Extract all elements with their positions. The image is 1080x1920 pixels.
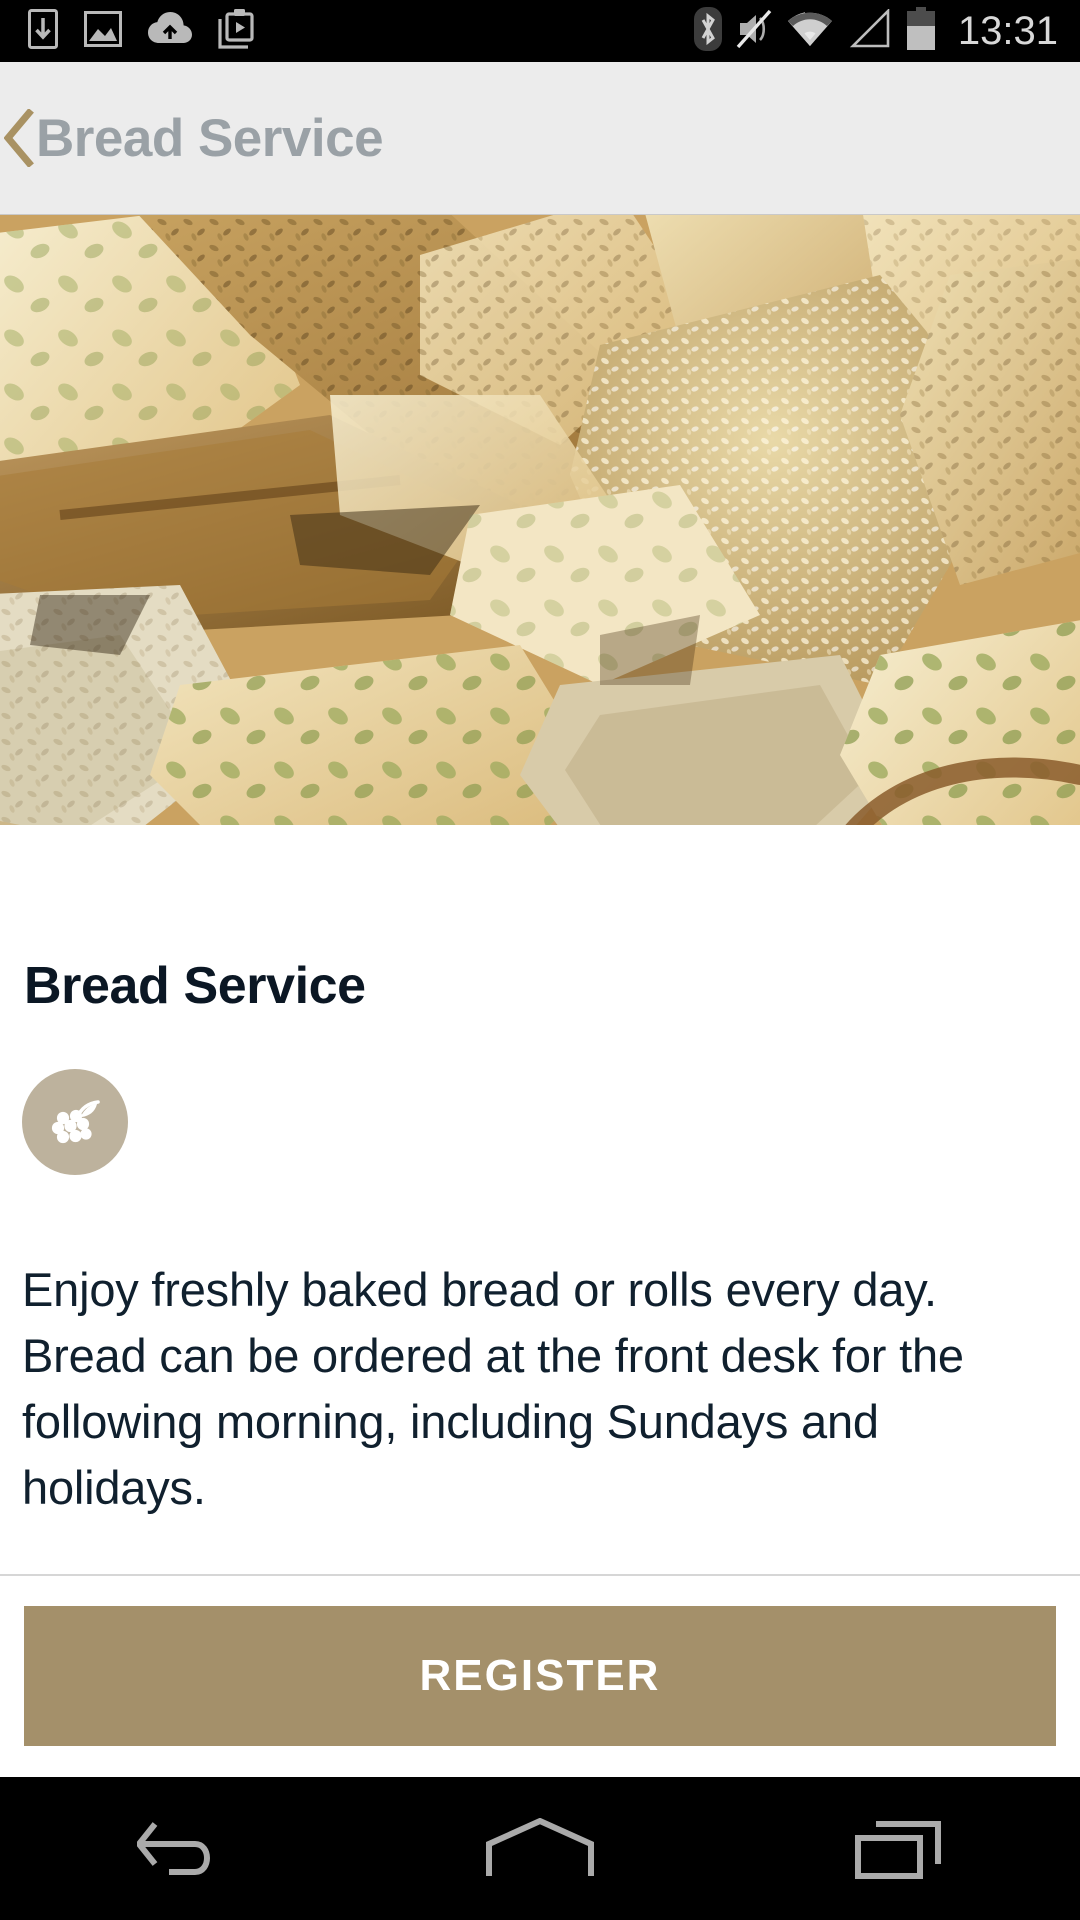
bread-photo-illustration xyxy=(0,215,1080,825)
home-icon xyxy=(486,1817,594,1876)
sound-muted-icon xyxy=(736,8,772,55)
register-button[interactable]: REGISTER xyxy=(24,1606,1056,1746)
app-bar: Bread Service xyxy=(0,62,1080,215)
detail-content: Bread Service Enjoy freshly baked bread … xyxy=(0,825,1080,1521)
chevron-left-icon xyxy=(4,109,34,167)
phone-screen: 13:31 Bread Service Bread Service Enjoy … xyxy=(0,0,1080,1920)
grapes-icon xyxy=(51,1100,100,1144)
bluetooth-icon xyxy=(693,6,722,56)
cell-signal-icon xyxy=(848,7,892,54)
nav-recents-button[interactable] xyxy=(800,1777,1000,1920)
battery-icon xyxy=(906,6,936,56)
download-to-device-icon xyxy=(28,8,58,54)
wifi-icon xyxy=(786,10,834,53)
page-title: Bread Service xyxy=(24,957,366,1015)
status-bar-left-icons xyxy=(0,8,254,54)
nav-home-button[interactable] xyxy=(440,1777,640,1920)
app-bar-title[interactable]: Bread Service xyxy=(36,112,384,165)
media-briefcase-icon xyxy=(218,8,254,54)
status-bar: 13:31 xyxy=(0,0,1080,62)
screenshot-image-icon xyxy=(84,10,122,52)
nav-back-button[interactable] xyxy=(80,1777,280,1920)
hero-image-bread xyxy=(0,215,1080,825)
system-navigation-bar xyxy=(0,1777,1080,1920)
recents-icon xyxy=(855,1820,941,1879)
back-arrow-icon xyxy=(137,1821,210,1875)
back-button[interactable] xyxy=(2,107,36,169)
status-bar-right-icons: 13:31 xyxy=(693,0,1058,62)
service-description: Enjoy freshly baked bread or rolls every… xyxy=(22,1263,964,1514)
content-divider xyxy=(0,1574,1080,1576)
status-bar-clock: 13:31 xyxy=(957,8,1058,53)
cloud-upload-icon xyxy=(148,11,192,51)
service-category-badge xyxy=(22,1069,128,1175)
